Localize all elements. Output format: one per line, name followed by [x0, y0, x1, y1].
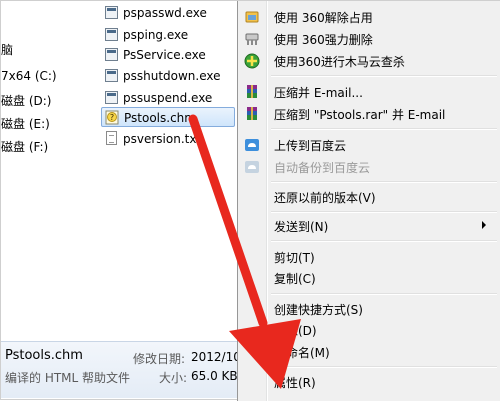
details-modified-value: 2012/10 [191, 350, 241, 364]
menu-item-label: 复制(C) [274, 272, 316, 286]
menu-item-restore-versions[interactable]: 还原以前的版本(V) [238, 186, 500, 208]
file-row[interactable]: pspasswd.exe [101, 3, 231, 23]
menu-item-label: 重命名(M) [274, 346, 330, 360]
exe-icon [105, 91, 118, 104]
nav-item-label: 磁盘 (D:) [1, 94, 52, 108]
exe-icon [105, 28, 118, 41]
menu-item-360-shred[interactable]: 使用 360强力删除 [238, 28, 500, 50]
menu-item-label: 自动备份到百度云 [274, 161, 371, 175]
menu-separator [271, 211, 497, 213]
360-shred-icon [245, 33, 259, 45]
file-row[interactable]: PsService.exe [101, 45, 231, 65]
menu-item-delete[interactable]: 删除(D) [238, 319, 500, 341]
menu-item-label: 删除(D) [274, 324, 317, 338]
exe-icon [105, 6, 118, 19]
menu-separator [271, 128, 497, 130]
menu-separator [271, 366, 497, 368]
details-type: 编译的 HTML 帮助文件 [5, 371, 131, 385]
menu-item-label: 使用 360解除占用 [274, 11, 373, 25]
menu-item-360-unlock[interactable]: 使用 360解除占用 [238, 6, 500, 28]
menu-item-send-to[interactable]: 发送到(N) [238, 215, 500, 237]
exe-icon [105, 69, 118, 82]
nav-item-label: 磁盘 (F:) [1, 140, 49, 154]
menu-item-label: 还原以前的版本(V) [274, 191, 376, 205]
menu-item-label: 使用360进行木马云查杀 [274, 55, 405, 69]
file-row[interactable]: psshutdown.exe [101, 66, 231, 86]
details-modified-label: 修改日期: [133, 352, 186, 366]
file-name: pspasswd.exe [123, 6, 207, 20]
baidu-backup-icon [245, 161, 259, 173]
menu-item-copy[interactable]: 复制(C) [238, 267, 500, 289]
menu-item-properties[interactable]: 属性(R) [238, 371, 500, 393]
menu-item-rename[interactable]: 重命名(M) [238, 341, 500, 363]
file-row[interactable]: psping.exe [101, 25, 231, 45]
nav-item-drive-f[interactable]: 磁盘 (F:) [1, 138, 48, 156]
menu-item-label: 压缩并 E-mail... [274, 86, 363, 100]
menu-separator [271, 293, 497, 295]
menu-item-label: 属性(R) [274, 376, 316, 390]
nav-item-drive-e[interactable]: 磁盘 (E:) [1, 115, 50, 133]
nav-item-computer[interactable]: 脑 [1, 41, 13, 59]
file-name: psshutdown.exe [123, 69, 221, 83]
winrar-icon [247, 85, 257, 98]
details-size-value: 65.0 KB [191, 369, 238, 383]
file-name: PsService.exe [123, 48, 206, 62]
nav-item-label: 脑 [1, 43, 14, 57]
context-menu: 使用 360解除占用 使用 360强力删除 使用360进行木马云查杀 压缩并 E… [237, 1, 500, 401]
text-file-icon [106, 131, 117, 145]
submenu-arrow-icon [482, 221, 486, 229]
navigation-pane: 脑 7x64 (C:) 磁盘 (D:) 磁盘 (E:) 磁盘 (F:) [1, 1, 93, 341]
menu-item-label: 发送到(N) [274, 220, 329, 234]
nav-item-drive-d[interactable]: 磁盘 (D:) [1, 92, 51, 110]
file-row[interactable]: pssuspend.exe [101, 88, 231, 108]
menu-separator [271, 75, 497, 77]
menu-item-auto-backup-baidu[interactable]: 自动备份到百度云 [238, 156, 500, 178]
file-name: Pstools.chm [124, 111, 196, 125]
menu-item-compress-email[interactable]: 压缩并 E-mail... [238, 81, 500, 103]
details-pane: Pstools.chm 修改日期: 2012/10 编译的 HTML 帮助文件 … [1, 341, 241, 398]
winrar-icon [247, 107, 257, 120]
baidu-cloud-icon [245, 139, 259, 151]
menu-item-label: 上传到百度云 [274, 139, 347, 153]
details-size-label: 大小: [159, 371, 188, 385]
file-row[interactable]: psversion.tx [101, 129, 235, 149]
file-name: pssuspend.exe [123, 91, 213, 105]
window-frame: 脑 7x64 (C:) 磁盘 (D:) 磁盘 (E:) 磁盘 (F:) pspa… [0, 0, 500, 401]
file-name: psping.exe [123, 28, 189, 42]
exe-icon [105, 48, 118, 61]
chm-help-icon: ? [105, 110, 119, 125]
360-scan-icon [244, 53, 260, 69]
file-row-selected[interactable]: ? Pstools.chm [101, 107, 235, 127]
menu-item-compress-rar-email[interactable]: 压缩到 "Pstools.rar" 并 E-mail [238, 103, 500, 125]
360-unlock-icon [245, 11, 259, 23]
menu-item-upload-baidu[interactable]: 上传到百度云 [238, 134, 500, 156]
menu-item-label: 创建快捷方式(S) [274, 303, 363, 317]
nav-item-label: 磁盘 (E:) [1, 117, 50, 131]
menu-separator [271, 181, 497, 183]
details-filename: Pstools.chm [5, 348, 83, 363]
file-name: psversion.tx [123, 132, 197, 146]
menu-item-label: 使用 360强力删除 [274, 33, 373, 47]
menu-item-label: 压缩到 "Pstools.rar" 并 E-mail [274, 108, 446, 122]
nav-item-label: 7x64 (C:) [1, 69, 57, 83]
menu-separator [271, 240, 497, 242]
svg-text:?: ? [110, 113, 114, 122]
menu-item-create-shortcut[interactable]: 创建快捷方式(S) [238, 298, 500, 320]
nav-item-drive-c[interactable]: 7x64 (C:) [1, 67, 57, 85]
menu-item-cut[interactable]: 剪切(T) [238, 246, 500, 268]
menu-item-360-scan[interactable]: 使用360进行木马云查杀 [238, 50, 500, 72]
menu-item-label: 剪切(T) [274, 251, 315, 265]
